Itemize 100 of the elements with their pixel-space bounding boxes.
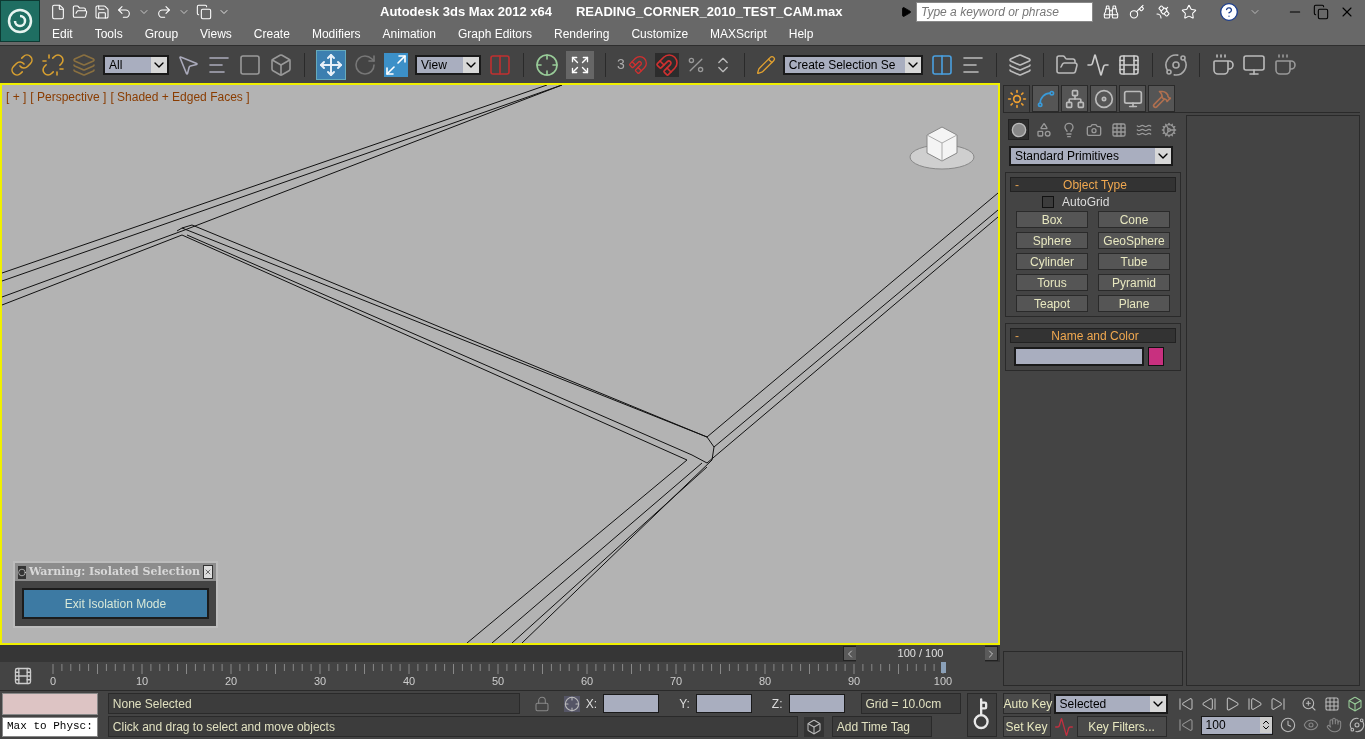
command-panel-tab[interactable]	[1032, 85, 1059, 112]
menu-item[interactable]: MAXScript	[710, 25, 767, 43]
viewport-label[interactable]: [ + ]	[6, 88, 27, 106]
autogrid-checkbox[interactable]	[1042, 195, 1054, 208]
frame-number: 90	[847, 674, 861, 689]
primitive-button[interactable]: Pyramid	[1098, 274, 1170, 291]
primitive-button[interactable]: Tube	[1098, 253, 1170, 270]
viewport-label[interactable]: [ Shaded + Edged Faces ]	[110, 88, 250, 106]
satellite-icon[interactable]	[1155, 3, 1171, 20]
primitive-button[interactable]: Torus	[1016, 274, 1088, 291]
rotate-icon[interactable]	[353, 52, 377, 77]
selection-filter-dropdown[interactable]: All	[103, 54, 169, 75]
menu-item[interactable]: Tools	[94, 25, 123, 43]
primitive-button[interactable]: Cylinder	[1016, 253, 1088, 270]
primitive-button[interactable]: GeoSphere	[1098, 232, 1170, 249]
menu-item[interactable]: Customize	[631, 25, 689, 43]
unlink-icon[interactable]	[41, 52, 65, 77]
x-coordinate-field[interactable]	[603, 694, 660, 713]
orbit-icon[interactable]	[1348, 717, 1365, 733]
viewport-label[interactable]: [ Perspective ]	[30, 88, 107, 106]
frame-spinner[interactable]: 100	[1200, 715, 1273, 735]
undo-icon[interactable]	[116, 3, 132, 20]
new-file-icon[interactable]	[50, 3, 66, 20]
command-panel-tab[interactable]	[1148, 85, 1175, 112]
category-button[interactable]	[1008, 119, 1029, 140]
close-icon[interactable]	[203, 565, 213, 579]
object-name-field[interactable]	[1014, 347, 1144, 366]
save-icon[interactable]	[94, 3, 110, 20]
scale-icon[interactable]	[384, 52, 408, 77]
key-filters-button[interactable]: Key Filters...	[1076, 716, 1167, 737]
play-icon[interactable]	[900, 5, 912, 18]
command-panel-tab[interactable]	[1119, 85, 1146, 112]
menu-item[interactable]: Rendering	[554, 25, 610, 43]
primitive-button[interactable]: Box	[1016, 211, 1088, 228]
reference-coordinate-dropdown[interactable]: View	[415, 54, 481, 75]
previous-frame-icon[interactable]	[1200, 695, 1217, 712]
frame-number: 80	[758, 674, 772, 689]
primitive-button[interactable]: Plane	[1098, 295, 1170, 312]
zoom-extents-icon[interactable]	[1346, 695, 1363, 712]
next-frame-icon[interactable]	[1246, 695, 1263, 712]
menu-item[interactable]: Edit	[52, 25, 73, 43]
set-key-toggle[interactable]	[966, 693, 997, 737]
help-icon[interactable]	[1219, 1, 1239, 22]
move-tool-button[interactable]	[316, 49, 346, 80]
render-frame-icon[interactable]	[1241, 52, 1266, 77]
pencil-icon[interactable]	[755, 54, 776, 75]
search-field[interactable]: Type a keyword or phrase	[916, 1, 1093, 22]
script-listener-field[interactable]: Max to Physc:	[2, 717, 98, 737]
frame-number: 30	[313, 674, 327, 689]
collapse-toggle[interactable]: -	[1015, 175, 1019, 194]
command-panel-tab[interactable]	[1090, 85, 1117, 112]
pan-icon[interactable]	[1325, 717, 1342, 733]
collapse-toggle[interactable]: -	[1015, 326, 1019, 345]
binoculars-icon[interactable]	[1103, 3, 1119, 20]
redo-icon[interactable]	[156, 3, 172, 20]
star-icon[interactable]	[1181, 3, 1197, 20]
layers-icon[interactable]	[1007, 52, 1032, 77]
command-panel-tab[interactable]	[1003, 85, 1030, 112]
menu-item[interactable]: Help	[788, 25, 814, 43]
link-icon[interactable]	[10, 52, 34, 77]
cube-icon[interactable]	[803, 716, 824, 737]
add-time-tag-field[interactable]: Add Time Tag	[831, 716, 932, 737]
menu-item[interactable]: Create	[253, 25, 290, 43]
folder-icon[interactable]	[72, 3, 88, 20]
menu-item[interactable]: Modifiers	[311, 25, 361, 43]
go-to-end-icon[interactable]	[1269, 695, 1286, 712]
command-panel-tab[interactable]	[1061, 85, 1088, 112]
menu-item[interactable]: Graph Editors	[457, 25, 532, 43]
primitive-button[interactable]: Sphere	[1016, 232, 1088, 249]
folder-icon[interactable]	[1054, 52, 1079, 77]
time-slider-track[interactable]: 100 / 100	[0, 645, 1000, 662]
selection-set-dropdown[interactable]: Create Selection Se	[782, 54, 923, 75]
z-coordinate-field[interactable]	[788, 694, 845, 713]
restore-icon[interactable]	[1313, 3, 1329, 20]
listener-swatch[interactable]	[2, 693, 98, 715]
selection-region-icon[interactable]	[238, 52, 262, 77]
menu-item[interactable]: Views	[200, 25, 232, 43]
app-logo-button[interactable]	[0, 0, 40, 42]
primitive-button[interactable]: Teapot	[1016, 295, 1088, 312]
set-key-button[interactable]: Set Key	[1002, 716, 1051, 737]
primitive-button[interactable]: Cone	[1098, 211, 1170, 228]
color-swatch[interactable]	[1148, 347, 1164, 366]
menu-item[interactable]: Group	[144, 25, 179, 43]
zoom-all-icon[interactable]	[1323, 695, 1340, 712]
auto-key-button[interactable]: Auto Key	[1002, 693, 1051, 714]
perspective-viewport[interactable]: [ + ] [ Perspective ] [ Shaded + Edged Faces ] Warning: Isolated Selection Exit Isolation Mode	[0, 83, 1000, 645]
time-configuration-icon[interactable]	[1279, 717, 1296, 733]
primitives-dropdown[interactable]: Standard Primitives	[1009, 146, 1173, 166]
key-mode-dropdown[interactable]: Selected	[1053, 693, 1168, 714]
frame-number: 10	[135, 674, 149, 689]
exit-isolation-button[interactable]: Exit Isolation Mode	[22, 588, 209, 619]
snap-toggle[interactable]: 3	[617, 54, 625, 75]
y-coordinate-field[interactable]	[695, 694, 752, 713]
angle-snap-magnet-icon[interactable]	[654, 52, 679, 77]
curve-editor-icon[interactable]	[1085, 52, 1110, 77]
menu-item[interactable]: Animation	[382, 25, 436, 43]
zoom-icon[interactable]	[1300, 695, 1317, 712]
lock-icon[interactable]	[533, 695, 550, 712]
key-icon[interactable]	[1129, 3, 1145, 20]
go-to-start-icon[interactable]	[1177, 695, 1194, 712]
